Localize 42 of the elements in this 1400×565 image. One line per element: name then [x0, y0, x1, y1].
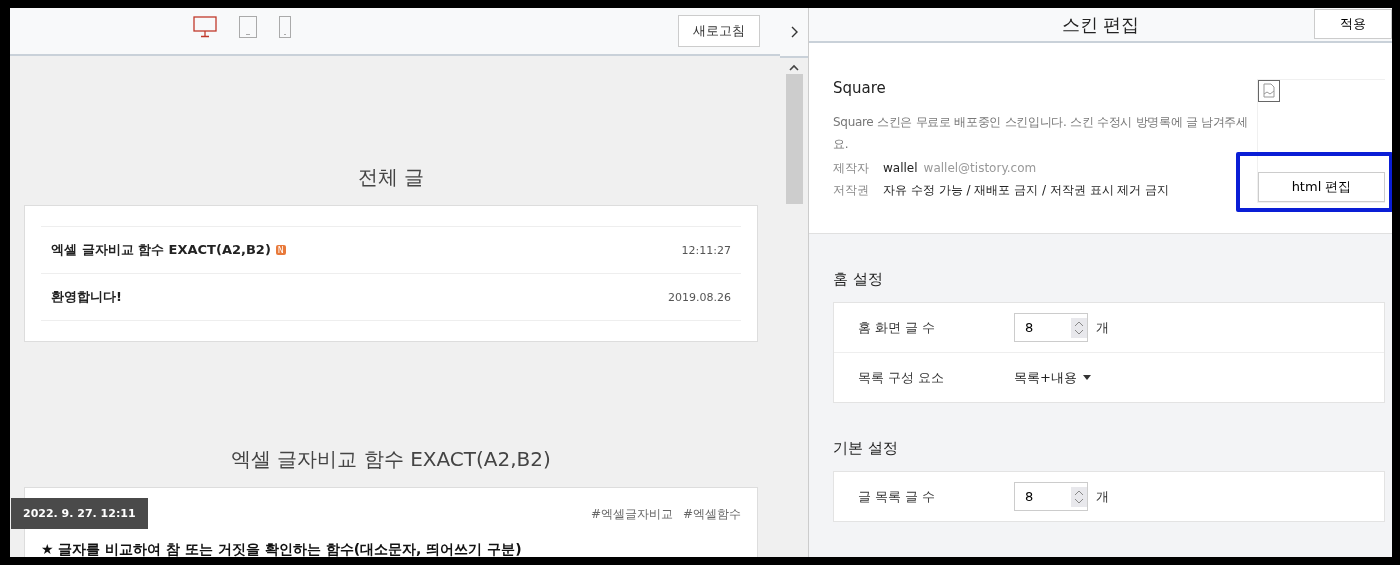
- spinner-icon[interactable]: [1071, 486, 1087, 507]
- html-edit-button[interactable]: html 편집: [1258, 172, 1385, 202]
- apply-button[interactable]: 적용: [1314, 9, 1392, 39]
- scrollbar-thumb[interactable]: [785, 74, 803, 204]
- section-title: 홈 설정: [833, 270, 884, 289]
- panel-title: 스킨 편집: [1061, 12, 1140, 37]
- date-badge: 2022. 9. 27. 12:11: [11, 498, 148, 529]
- post-date: 12:11:27: [681, 243, 731, 257]
- skin-description: Square 스킨은 무료로 배포중인 스킨입니다. 스킨 수정시 방명록에 글 남겨주세요.: [833, 114, 1249, 153]
- meta-label: 저작권: [833, 182, 869, 199]
- phone-icon[interactable]: [279, 16, 291, 38]
- post-title[interactable]: 환영합니다!: [51, 288, 122, 306]
- chevron-right-icon[interactable]: [790, 26, 798, 38]
- post-title[interactable]: 엑셀 글자비교 함수 EXACT(A2,B2): [51, 241, 271, 259]
- skin-name: Square: [833, 79, 887, 97]
- article-title: 엑셀 글자비교 함수 EXACT(A2,B2): [230, 446, 552, 473]
- setting-label: 글 목록 글 수: [858, 487, 937, 506]
- tag-link[interactable]: #엑셀글자비교: [590, 506, 673, 523]
- setting-label: 홈 화면 글 수: [858, 318, 937, 337]
- caret-icon: [1082, 375, 1091, 380]
- tablet-icon[interactable]: [239, 16, 257, 38]
- post-date: 2019.08.26: [668, 290, 731, 304]
- author-email: wallel@tistory.com: [923, 160, 1037, 177]
- meta-value: 자유 수정 가능 / 재배포 금지 / 저작권 표시 제거 금지: [883, 182, 1170, 199]
- section-title: 기본 설정: [833, 439, 899, 458]
- number-field[interactable]: 8: [1014, 313, 1088, 342]
- spinner-icon[interactable]: [1071, 317, 1087, 338]
- article-text: ★ 글자를 비교하여 참 또는 거짓을 확인하는 함수(대소문자, 띄어쓰기 구분): [41, 541, 523, 557]
- meta-value: wallel: [883, 160, 918, 177]
- unit-label: 개: [1096, 318, 1109, 337]
- dropdown[interactable]: 목록+내용: [1014, 368, 1091, 387]
- number-field[interactable]: 8: [1014, 482, 1088, 511]
- scroll-up-icon[interactable]: [789, 64, 799, 72]
- broken-image-icon: [1258, 80, 1280, 102]
- new-badge: N: [275, 245, 286, 255]
- tag-link[interactable]: #엑셀함수: [682, 506, 741, 523]
- list-heading: 전체 글: [356, 164, 426, 191]
- monitor-icon[interactable]: [193, 16, 217, 38]
- meta-label: 제작자: [833, 160, 869, 177]
- setting-label: 목록 구성 요소: [858, 368, 946, 387]
- unit-label: 개: [1096, 487, 1109, 506]
- refresh-button[interactable]: 새로고침: [678, 15, 760, 47]
